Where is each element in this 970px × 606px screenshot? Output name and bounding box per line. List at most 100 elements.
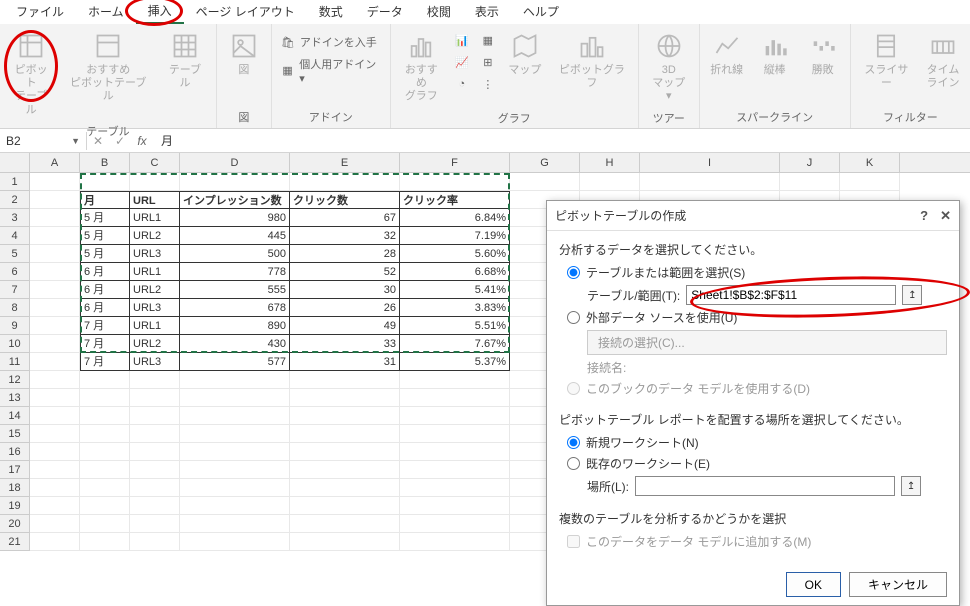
cell[interactable]: URL [130,191,180,209]
my-addins-button[interactable]: ▦個人用アドイン ▾ [276,54,386,87]
cell[interactable] [130,443,180,461]
cell[interactable] [80,173,130,191]
col-header[interactable]: C [130,153,180,172]
cell[interactable]: 7.19% [400,227,510,245]
get-addins-button[interactable]: 🛍アドインを入手 [276,32,386,52]
chart-stat-button[interactable]: ⊞ [476,52,500,72]
cell[interactable]: URL3 [130,245,180,263]
row-header[interactable]: 16 [0,443,30,461]
tab-home[interactable]: ホーム [76,0,136,23]
cell[interactable] [400,479,510,497]
dialog-close-icon[interactable]: ✕ [940,208,951,224]
cell[interactable]: URL2 [130,281,180,299]
table-button[interactable]: テーブル [158,26,212,94]
cell[interactable]: 30 [290,281,400,299]
table-range-input[interactable] [686,285,896,305]
cell[interactable] [130,533,180,551]
cell[interactable] [30,173,80,191]
cell[interactable]: 7 月 [80,317,130,335]
cell[interactable]: 980 [180,209,290,227]
cell[interactable]: 5 月 [80,245,130,263]
cell[interactable] [30,461,80,479]
cell[interactable]: 778 [180,263,290,281]
cell[interactable] [130,515,180,533]
cell[interactable] [290,533,400,551]
cell[interactable]: URL2 [130,227,180,245]
cell[interactable] [400,443,510,461]
row-header[interactable]: 11 [0,353,30,371]
cell[interactable] [580,173,640,191]
cell[interactable]: 33 [290,335,400,353]
col-header[interactable]: H [580,153,640,172]
cell[interactable] [80,533,130,551]
cell[interactable] [130,371,180,389]
cell[interactable] [30,425,80,443]
cell[interactable]: 6.68% [400,263,510,281]
dialog-titlebar[interactable]: ピボットテーブルの作成 ? ✕ [547,201,959,231]
cell[interactable]: クリック数 [290,191,400,209]
cell[interactable] [290,371,400,389]
cell[interactable]: URL3 [130,299,180,317]
map3d-button[interactable]: 3D マップ ▾ [643,26,695,108]
cell[interactable] [30,443,80,461]
cell[interactable] [400,533,510,551]
cell[interactable]: 890 [180,317,290,335]
cell[interactable] [400,515,510,533]
radio-external-data[interactable] [567,311,580,324]
cell[interactable]: 500 [180,245,290,263]
cell[interactable] [30,479,80,497]
cell[interactable] [80,389,130,407]
cell[interactable] [290,515,400,533]
cell[interactable]: 6.84% [400,209,510,227]
tab-data[interactable]: データ [355,0,415,23]
cell[interactable]: URL1 [130,209,180,227]
pivotchart-button[interactable]: ピボットグラフ [550,26,634,94]
col-header[interactable]: K [840,153,900,172]
cell[interactable] [30,497,80,515]
chart-scatter-button[interactable]: ⋮ [476,74,500,94]
row-header[interactable]: 10 [0,335,30,353]
cell[interactable] [180,497,290,515]
insert-function-icon[interactable]: fx [131,134,153,148]
cell[interactable] [290,497,400,515]
cell[interactable] [130,407,180,425]
col-header[interactable]: D [180,153,290,172]
cell[interactable] [510,173,580,191]
cell[interactable] [30,299,80,317]
cell[interactable] [80,425,130,443]
slicer-button[interactable]: スライサー [855,26,918,94]
cell[interactable] [400,425,510,443]
name-box[interactable]: B2 ▼ [0,132,87,150]
cell[interactable]: URL3 [130,353,180,371]
cell[interactable] [30,335,80,353]
cell[interactable] [180,533,290,551]
cell[interactable]: 5 月 [80,227,130,245]
formula-input[interactable]: 月 [153,130,970,151]
name-box-dropdown-icon[interactable]: ▼ [71,136,80,146]
select-all-corner[interactable] [0,153,30,172]
location-input[interactable] [635,476,895,496]
cell[interactable] [130,389,180,407]
cell[interactable] [30,263,80,281]
row-header[interactable]: 6 [0,263,30,281]
cell[interactable] [290,479,400,497]
cell[interactable] [290,425,400,443]
cell[interactable] [400,497,510,515]
cell[interactable]: URL1 [130,263,180,281]
cell[interactable] [180,407,290,425]
dialog-help-icon[interactable]: ? [920,208,928,224]
cell[interactable] [180,443,290,461]
cell[interactable]: 6 月 [80,263,130,281]
cell[interactable]: 5 月 [80,209,130,227]
radio-table-range[interactable] [567,266,580,279]
chart-bar-button[interactable]: 📊 [450,30,474,50]
row-header[interactable]: 12 [0,371,30,389]
cell[interactable]: 67 [290,209,400,227]
cell[interactable] [180,479,290,497]
cell[interactable] [130,461,180,479]
cell[interactable] [180,425,290,443]
cell[interactable] [400,389,510,407]
pivottable-button[interactable]: ピボット テーブル [4,26,58,121]
cell[interactable] [80,497,130,515]
cell[interactable] [840,173,900,191]
